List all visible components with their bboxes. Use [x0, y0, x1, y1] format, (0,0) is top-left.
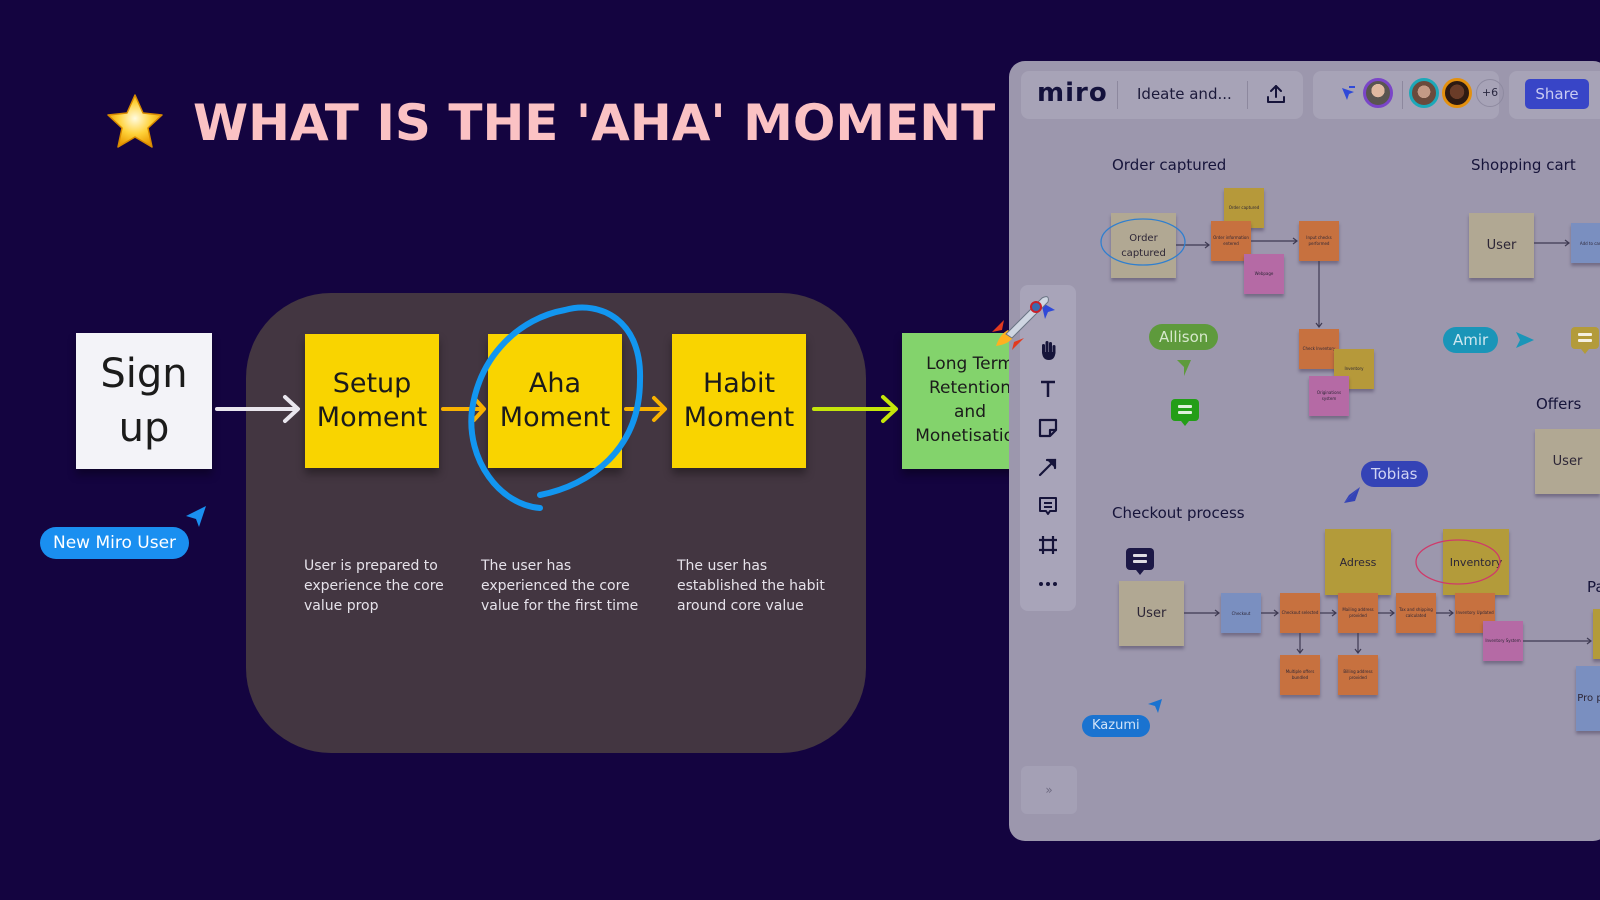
section-checkout-process: Checkout process	[1112, 504, 1245, 522]
frame-icon[interactable]	[1036, 533, 1060, 557]
sticky-checkout-user[interactable]: User	[1119, 581, 1184, 646]
sticky-check-inventory[interactable]: Check Inventory	[1299, 329, 1339, 369]
sticky-checkout[interactable]: Checkout	[1221, 593, 1261, 633]
comment-badge-dark[interactable]	[1126, 548, 1154, 575]
cursor-label-kazumi: Kazumi	[1082, 715, 1150, 737]
cursor-label-tobias: Tobias	[1361, 461, 1428, 487]
sticky-payment-partial[interactable]	[1593, 609, 1600, 659]
sticky-text: Order	[1129, 232, 1158, 244]
sign-up-line-1: Sign	[100, 351, 188, 397]
new-miro-user-cursor-label: New Miro User	[40, 527, 190, 559]
cursor-label-allison: Allison	[1149, 324, 1219, 350]
sticky-webpage[interactable]: Webpage	[1244, 254, 1284, 294]
habit-description: The user has established the habit aroun…	[677, 558, 825, 614]
kazumi-cursor-icon	[1148, 699, 1162, 713]
tobias-cursor-icon	[1344, 487, 1360, 503]
setup-line-1: Setup	[332, 368, 412, 400]
section-order-captured: Order captured	[1112, 156, 1227, 174]
cursor-label-amir: Amir	[1443, 327, 1499, 353]
share-button[interactable]: Share	[1525, 79, 1589, 109]
rocket-icon	[992, 296, 1049, 350]
sticky-add-to-cart[interactable]: Add to cart	[1571, 223, 1600, 263]
section-shopping-cart: Shopping cart	[1471, 156, 1576, 174]
comment-badge-green[interactable]	[1171, 399, 1199, 426]
habit-line-1: Habit	[702, 368, 776, 400]
sticky-adress[interactable]: Adress	[1325, 529, 1391, 595]
more-collaborators-badge[interactable]: +6	[1476, 79, 1504, 107]
text-icon[interactable]	[1036, 377, 1060, 401]
amir-cursor-icon	[1516, 332, 1534, 348]
avatar[interactable]	[1363, 78, 1393, 108]
aha-line-2: Moment	[499, 402, 611, 433]
section-payment: Pa	[1587, 578, 1600, 596]
avatar[interactable]	[1442, 78, 1472, 108]
sticky-aha-moment[interactable]: Aha Moment	[488, 334, 622, 468]
upload-icon[interactable]	[1265, 83, 1287, 105]
sticky-process-payment[interactable]: Pro pay	[1576, 666, 1600, 731]
miro-logo[interactable]: miro	[1037, 78, 1108, 108]
sign-up-line-2: up	[118, 405, 170, 451]
sticky-setup-moment[interactable]: Setup Moment	[305, 334, 439, 468]
sticky-sign-up[interactable]: Sign up	[76, 333, 212, 469]
sticky-tax-shipping[interactable]: Tax and shipping calculated	[1396, 593, 1436, 633]
more-icon[interactable]	[1036, 572, 1060, 596]
board-name[interactable]: Ideate and...	[1137, 85, 1232, 103]
habit-line-2: Moment	[683, 402, 795, 433]
miro-board-window[interactable]: miro Ideate and... +6 Share » Order capt…	[1009, 61, 1600, 841]
star-icon	[107, 94, 163, 148]
sticky-text: captured	[1121, 247, 1166, 259]
sticky-inventory-big[interactable]: Inventory	[1443, 529, 1509, 595]
setup-line-2: Moment	[316, 402, 428, 433]
sticky-note-icon[interactable]	[1036, 416, 1060, 440]
new-user-cursor-icon	[186, 506, 206, 527]
allison-cursor-icon	[1177, 360, 1191, 376]
sticky-originations-system[interactable]: Originations system	[1309, 376, 1349, 416]
sticky-input-checks[interactable]: Input checks performed	[1299, 221, 1339, 261]
section-offers: Offers	[1536, 395, 1582, 413]
arrow-icon[interactable]	[1036, 455, 1060, 479]
sticky-order-captured[interactable]: Order captured	[1111, 213, 1176, 278]
slide-title: WHAT IS THE 'AHA' MOMENT	[193, 94, 996, 152]
sticky-billing-address[interactable]: Billing address provided	[1338, 655, 1378, 695]
sticky-cart-user[interactable]: User	[1469, 213, 1534, 278]
header-divider	[1402, 81, 1403, 109]
aha-line-1: Aha	[528, 368, 582, 400]
avatar[interactable]	[1409, 78, 1439, 108]
sticky-mailing-address[interactable]: Mailing address provided	[1338, 593, 1378, 633]
sticky-inventory-system[interactable]: Inventory System	[1483, 621, 1523, 661]
header-divider	[1247, 81, 1248, 109]
follow-cursors-icon[interactable]	[1339, 85, 1357, 103]
header-divider	[1117, 81, 1118, 109]
comment-badge-yellow[interactable]	[1571, 327, 1599, 354]
sticky-checkout-selected[interactable]: Checkout selected	[1280, 593, 1320, 633]
sticky-multiple-offers[interactable]: Multiple offers bundled	[1280, 655, 1320, 695]
sticky-offers-user[interactable]: User	[1535, 429, 1600, 494]
comment-icon[interactable]	[1036, 494, 1060, 518]
expand-panel-button[interactable]: »	[1021, 766, 1077, 814]
aha-description: The user has experienced the core value …	[481, 558, 639, 614]
setup-description: User is prepared to experience the core …	[304, 558, 444, 614]
sticky-habit-moment[interactable]: Habit Moment	[672, 334, 806, 468]
